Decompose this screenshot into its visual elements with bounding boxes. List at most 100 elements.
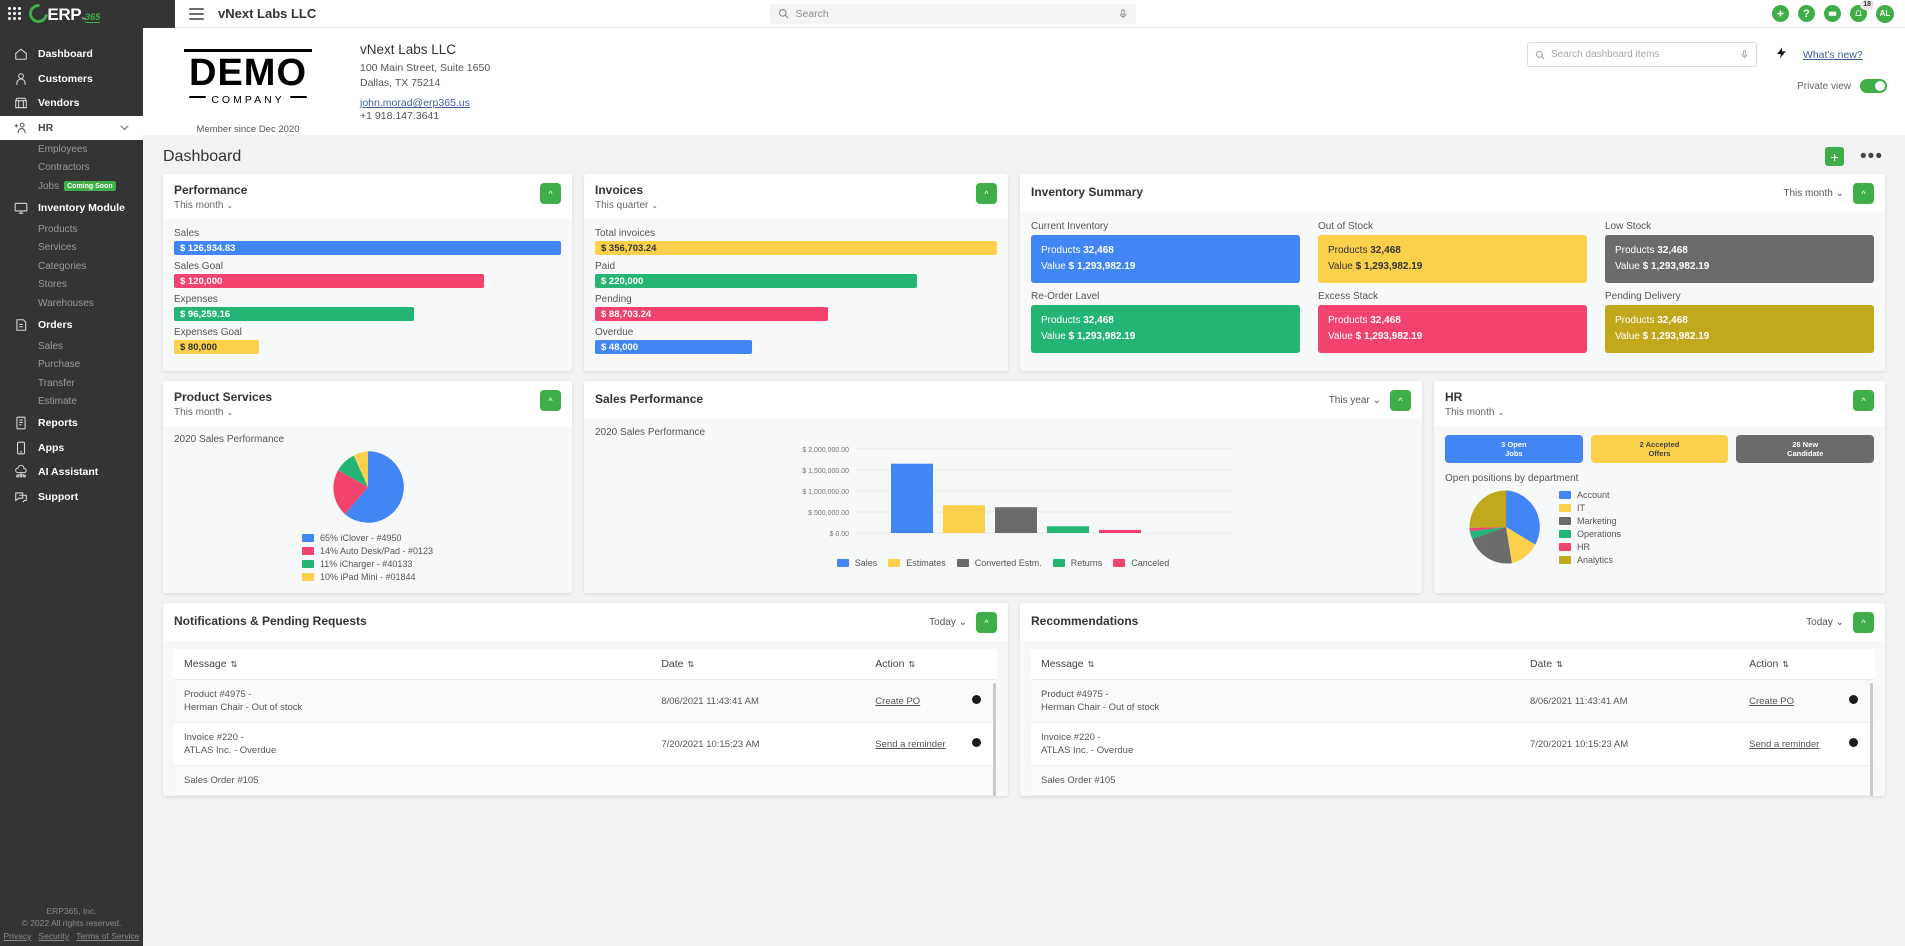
period-selector[interactable]: Today ⌄	[929, 617, 967, 628]
cell-action: Send a reminder	[1739, 722, 1874, 766]
action-link[interactable]: Create PO	[1749, 696, 1794, 707]
table-row[interactable]: Sales Order #105	[174, 765, 997, 796]
avatar[interactable]: AL	[1876, 4, 1894, 23]
dismiss-icon[interactable]	[1849, 694, 1858, 704]
cell-message: Sales Order #105	[174, 765, 652, 796]
footer-link-terms[interactable]: Terms of Service	[76, 930, 139, 942]
sidebar-item-inventory-module[interactable]: Inventory Module	[0, 196, 143, 221]
period-selector[interactable]: This month ⌄	[174, 407, 272, 418]
private-view-toggle[interactable]	[1860, 79, 1887, 93]
collapse-button[interactable]: ^	[976, 183, 997, 204]
dismiss-icon[interactable]	[972, 694, 981, 704]
sidebar-item-apps[interactable]: Apps	[0, 436, 143, 461]
sidebar-subitem-estimate[interactable]: Estimate	[0, 393, 143, 412]
inventory-tile-re-order-level[interactable]: Re-Order Lavel Products 32,468 Value $ 1…	[1031, 291, 1300, 353]
period-selector[interactable]: This month ⌄	[1783, 188, 1844, 199]
table-row[interactable]: Invoice #220 - ATLAS Inc. - Overdue 7/20…	[1031, 722, 1874, 766]
global-search[interactable]	[769, 3, 1136, 24]
column-header-action[interactable]: Action ⇅	[865, 649, 997, 680]
bar-pending: $ 88,703.24	[595, 307, 829, 321]
column-header-date[interactable]: Date ⇅	[651, 649, 866, 680]
column-header-message[interactable]: Message ⇅	[1031, 649, 1520, 680]
search-input[interactable]	[795, 7, 1111, 20]
inventory-tile-out-of-stock[interactable]: Out of Stock Products 32,468 Value $ 1,2…	[1318, 221, 1587, 283]
collapse-button[interactable]: ^	[1390, 390, 1411, 411]
add-button[interactable]	[1772, 5, 1789, 22]
table-row[interactable]: Invoice #220 - ATLAS Inc. - Overdue 7/20…	[174, 722, 997, 766]
table-scrollbar[interactable]	[1870, 683, 1873, 796]
more-options-button[interactable]: •••	[1860, 147, 1883, 166]
collapse-button[interactable]: ^	[540, 183, 561, 204]
sidebar-item-vendors[interactable]: Vendors	[0, 91, 143, 116]
period-selector[interactable]: This year ⌄	[1329, 395, 1381, 406]
table-scrollbar[interactable]	[993, 683, 996, 796]
inventory-tile-low-stock[interactable]: Low Stock Products 32,468 Value $ 1,293,…	[1605, 221, 1874, 283]
sidebar-item-reports[interactable]: Reports	[0, 411, 143, 436]
sidebar-item-customers[interactable]: Customers	[0, 67, 143, 92]
chevron-down-icon[interactable]	[120, 122, 129, 134]
table-row[interactable]: Product #4975 - Herman Chair - Out of st…	[174, 679, 997, 723]
inventory-tile-excess-stock[interactable]: Excess Stack Products 32,468 Value $ 1,2…	[1318, 291, 1587, 353]
sidebar-subitem-transfer[interactable]: Transfer	[0, 374, 143, 393]
sidebar-subitem-employees[interactable]: Employees	[0, 140, 143, 159]
collapse-button[interactable]: ^	[976, 612, 997, 633]
chat-button[interactable]	[1824, 5, 1841, 22]
bar-sales-goal: $ 120,000	[174, 274, 484, 288]
card-header: HR This month ⌄ ^	[1434, 381, 1885, 426]
company-email[interactable]: john.morad@erp365.us	[360, 97, 490, 109]
notifications-button[interactable]: 18	[1850, 0, 1874, 22]
app-grid-icon[interactable]	[8, 6, 22, 21]
footer-copyright: © 2022 All rights reserved.	[21, 918, 122, 928]
inventory-tile-current-inventory[interactable]: Current Inventory Products 32,468 Value …	[1031, 221, 1300, 283]
notifications-body: Message ⇅ Date ⇅ Action ⇅ Product #4975 -	[163, 641, 1008, 796]
collapse-button[interactable]: ^	[1853, 612, 1874, 633]
inventory-tile-pending-delivery[interactable]: Pending Delivery Products 32,468 Value $…	[1605, 291, 1874, 353]
sidebar-subitem-purchase[interactable]: Purchase	[0, 356, 143, 375]
table-row[interactable]: Product #4975 - Herman Chair - Out of st…	[1031, 679, 1874, 723]
dismiss-icon[interactable]	[972, 737, 981, 747]
sidebar-item-ai-assistant[interactable]: AI Assistant	[0, 460, 143, 485]
period-selector[interactable]: This month ⌄	[1445, 407, 1504, 418]
sidebar-item-hr[interactable]: HR	[0, 115, 143, 140]
action-link[interactable]: Create PO	[875, 696, 920, 707]
collapse-button[interactable]: ^	[1853, 390, 1874, 411]
whats-new-link[interactable]: What's new?	[1803, 49, 1863, 61]
sidebar-subitem-contractors[interactable]: Contractors	[0, 159, 143, 178]
sidebar-subitem-sales[interactable]: Sales	[0, 337, 143, 356]
collapse-button[interactable]: ^	[540, 390, 561, 411]
dashboard-search[interactable]	[1527, 42, 1757, 67]
dashboard-search-input[interactable]	[1551, 49, 1734, 60]
help-button[interactable]: ?	[1798, 5, 1815, 22]
table-row[interactable]: Sales Order #105	[1031, 765, 1874, 796]
sidebar-subitem-warehouses[interactable]: Warehouses	[0, 294, 143, 313]
action-link[interactable]: Send a reminder	[1749, 739, 1819, 750]
period-selector[interactable]: Today ⌄	[1806, 617, 1844, 628]
hr-pill-new-candidates[interactable]: 26 New Candidate	[1736, 435, 1875, 463]
sidebar-subitem-categories[interactable]: Categories	[0, 257, 143, 276]
sidebar-item-orders[interactable]: Orders	[0, 313, 143, 338]
period-selector[interactable]: This quarter ⌄	[595, 200, 658, 211]
footer-link-privacy[interactable]: Privacy	[4, 930, 32, 942]
hr-pill-accepted-offers[interactable]: 2 Accepted Offers	[1590, 435, 1729, 463]
hr-pill-open-jobs[interactable]: 3 Open Jobs	[1445, 435, 1583, 463]
sidebar-subitem-stores[interactable]: Stores	[0, 276, 143, 295]
sidebar-subitem-services[interactable]: Services	[0, 239, 143, 258]
microphone-icon[interactable]	[1118, 8, 1128, 20]
collapse-button[interactable]: ^	[1853, 183, 1874, 204]
sidebar-item-dashboard[interactable]: Dashboard	[0, 42, 143, 67]
erp365-logo[interactable]: ERP ™ 365	[25, 0, 101, 27]
footer-link-security[interactable]: Security	[38, 930, 69, 942]
sidebar-item-support[interactable]: Support	[0, 485, 143, 510]
menu-toggle-icon[interactable]	[189, 7, 204, 20]
dismiss-icon[interactable]	[1849, 737, 1858, 747]
sidebar-subitem-products[interactable]: Products	[0, 220, 143, 239]
column-header-message[interactable]: Message ⇅	[174, 649, 652, 680]
action-link[interactable]: Send a reminder	[875, 739, 945, 750]
column-header-date[interactable]: Date ⇅	[1519, 649, 1740, 680]
cell-message: Sales Order #105	[1031, 765, 1520, 796]
column-header-action[interactable]: Action ⇅	[1739, 649, 1874, 680]
add-widget-button[interactable]: +	[1825, 147, 1845, 166]
period-selector[interactable]: This month ⌄	[174, 200, 247, 211]
sidebar-subitem-jobs[interactable]: Jobs Coming Soon	[0, 177, 143, 196]
microphone-icon[interactable]	[1740, 49, 1749, 60]
